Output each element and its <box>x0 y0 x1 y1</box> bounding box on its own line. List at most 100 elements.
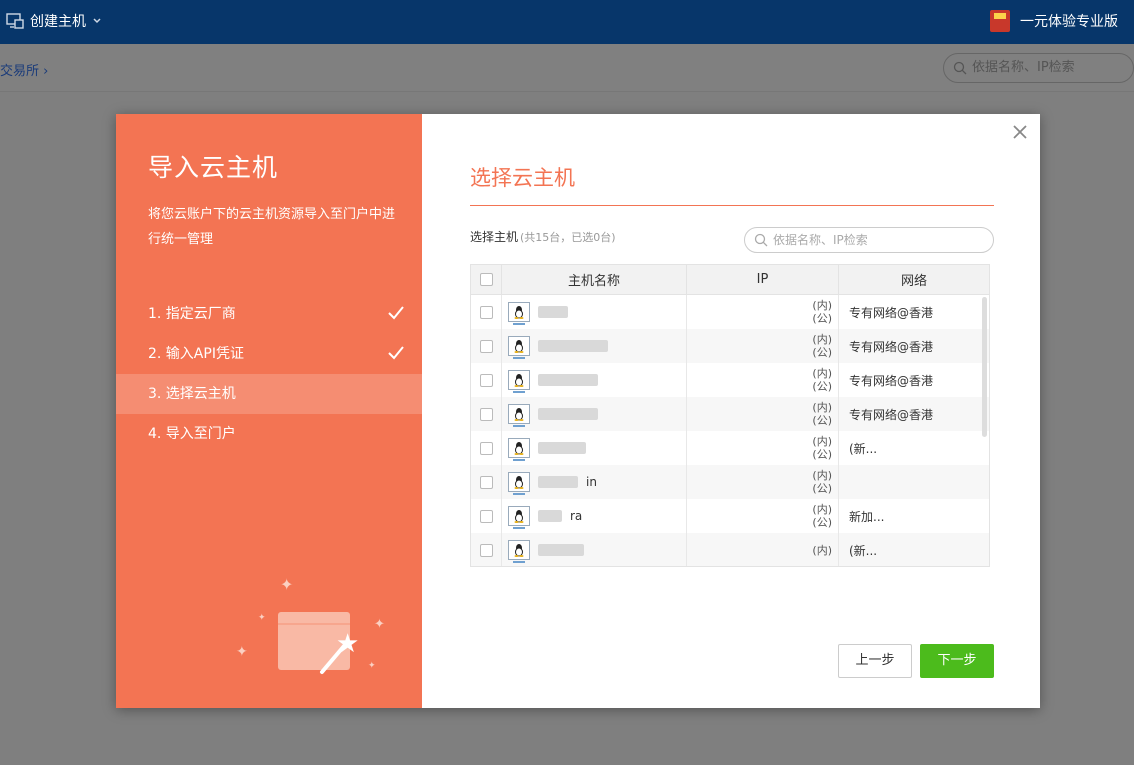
row-checkbox[interactable] <box>479 407 493 421</box>
edition-label: 一元体验专业版 <box>1020 14 1118 30</box>
network-cell: 新加... <box>849 509 885 524</box>
edition-logo-icon <box>990 10 1010 32</box>
step-3[interactable]: 3. 选择云主机 <box>116 374 422 414</box>
row-checkbox-cell <box>471 431 502 465</box>
svg-text:★: ★ <box>336 629 359 659</box>
host-name-redacted <box>538 476 578 488</box>
import-host-dialog: 导入云主机 将您云账户下的云主机资源导入至门户中进行统一管理 1. 指定云厂商 … <box>116 114 1040 708</box>
create-host-label: 创建主机 <box>30 14 86 30</box>
search-icon <box>953 61 967 75</box>
linux-icon <box>508 506 530 529</box>
host-search-placeholder: 依据名称、IP检索 <box>773 233 868 247</box>
private-ip-tag: (内) <box>812 503 832 516</box>
private-ip-tag: (内) <box>812 299 832 312</box>
row-checkbox[interactable] <box>479 339 493 353</box>
linux-icon <box>508 302 530 325</box>
table-scrollbar[interactable] <box>982 297 987 437</box>
wizard-heading: 导入云主机 <box>148 153 279 182</box>
global-search-placeholder: 依据名称、IP检索 <box>972 60 1075 75</box>
row-checkbox-cell <box>471 363 502 397</box>
private-ip-tag: (内) <box>812 401 832 414</box>
row-checkbox[interactable] <box>479 441 493 455</box>
column-header-network: 网络 <box>900 274 927 289</box>
select-all-checkbox[interactable] <box>479 273 493 286</box>
host-name-redacted <box>538 340 608 352</box>
row-checkbox-cell <box>471 499 502 533</box>
host-name-cell <box>502 397 687 431</box>
ip-cell: (内) (公) <box>687 295 839 329</box>
breadcrumb-label: 交易所 <box>0 64 40 79</box>
table-header: 主机名称 IP 网络 <box>471 265 989 295</box>
table-row[interactable]: (内) (公) 专有网络@香港 <box>471 397 989 431</box>
create-host-menu[interactable]: 创建主机 <box>6 11 102 31</box>
linux-icon <box>508 438 530 461</box>
table-row[interactable]: (内) (新... <box>471 533 989 566</box>
ip-cell: (内) (公) <box>687 329 839 363</box>
panel-title: 选择云主机 <box>470 166 575 190</box>
host-name-cell <box>502 431 687 465</box>
table-row[interactable]: ra (内) (公) 新加... <box>471 499 989 533</box>
linux-icon <box>508 336 530 359</box>
wizard-description: 将您云账户下的云主机资源导入至门户中进行统一管理 <box>148 207 396 247</box>
linux-icon <box>508 370 530 393</box>
table-row[interactable]: (内) (公) 专有网络@香港 <box>471 363 989 397</box>
host-name-redacted <box>538 442 586 454</box>
host-name: ra <box>570 509 583 523</box>
sub-bar: 交易所 › 依据名称、IP检索 <box>0 44 1134 92</box>
host-name-cell: in <box>502 465 687 499</box>
svg-text:✦: ✦ <box>236 644 248 660</box>
close-icon[interactable] <box>1010 122 1030 142</box>
host-table: 主机名称 IP 网络 (内) (公) 专有网络@香港 (内) (公) 专有网络@香港 (内)… <box>470 264 990 567</box>
network-cell: (新... <box>849 543 878 558</box>
linux-icon <box>508 540 530 563</box>
table-row[interactable]: (内) (公) (新... <box>471 431 989 465</box>
row-checkbox[interactable] <box>479 475 493 489</box>
row-checkbox[interactable] <box>479 509 493 523</box>
host-name: in <box>586 475 597 489</box>
table-row[interactable]: in (内) (公) <box>471 465 989 499</box>
step-label: 1. 指定云厂商 <box>148 306 236 322</box>
monitor-icon <box>6 13 24 29</box>
public-ip-tag: (公) <box>812 414 832 427</box>
host-name-redacted <box>538 510 562 522</box>
next-button[interactable]: 下一步 <box>920 644 994 678</box>
network-cell: 专有网络@香港 <box>849 373 934 388</box>
chevron-down-icon <box>93 18 101 24</box>
breadcrumb[interactable]: 交易所 › <box>0 60 48 79</box>
host-name-cell: ra <box>502 499 687 533</box>
private-ip-tag: (内) <box>812 367 832 380</box>
wizard-steps: 1. 指定云厂商 2. 输入API凭证 3. 选择云主机 4. 导入至门户 <box>116 294 422 454</box>
private-ip-tag: (内) <box>812 333 832 346</box>
step-1[interactable]: 1. 指定云厂商 <box>116 294 422 334</box>
row-checkbox-cell <box>471 465 502 499</box>
table-row[interactable]: (内) (公) 专有网络@香港 <box>471 329 989 363</box>
host-name-redacted <box>538 544 584 556</box>
step-4[interactable]: 4. 导入至门户 <box>116 414 422 454</box>
private-ip-tag: (内) <box>812 435 832 448</box>
ip-cell: (内) (公) <box>687 465 839 499</box>
ip-cell: (内) (公) <box>687 397 839 431</box>
host-name-cell <box>502 363 687 397</box>
prev-button[interactable]: 上一步 <box>838 644 912 678</box>
host-name-cell <box>502 295 687 329</box>
row-checkbox-cell <box>471 533 502 566</box>
row-checkbox[interactable] <box>479 305 493 319</box>
step-label: 4. 导入至门户 <box>148 426 236 442</box>
row-checkbox[interactable] <box>479 543 493 557</box>
magic-wand-illustration-icon: ✦ ✦ ✦ ✦ ✦ ★ <box>236 575 385 674</box>
ip-cell: (内) (公) <box>687 499 839 533</box>
host-name-redacted <box>538 408 598 420</box>
select-count: (共15台，已选0台) <box>520 231 616 244</box>
step-2[interactable]: 2. 输入API凭证 <box>116 334 422 374</box>
edition-badge[interactable]: 一元体验专业版 <box>990 10 1118 32</box>
row-checkbox[interactable] <box>479 373 493 387</box>
step-label: 2. 输入API凭证 <box>148 346 244 362</box>
global-search-input[interactable]: 依据名称、IP检索 <box>943 53 1134 83</box>
host-search-input[interactable]: 依据名称、IP检索 <box>744 227 994 253</box>
check-icon <box>388 346 404 360</box>
private-ip-tag: (内) <box>812 543 832 557</box>
row-checkbox-cell <box>471 397 502 431</box>
table-row[interactable]: (内) (公) 专有网络@香港 <box>471 295 989 329</box>
row-checkbox-cell <box>471 295 502 329</box>
svg-text:✦: ✦ <box>374 617 385 632</box>
